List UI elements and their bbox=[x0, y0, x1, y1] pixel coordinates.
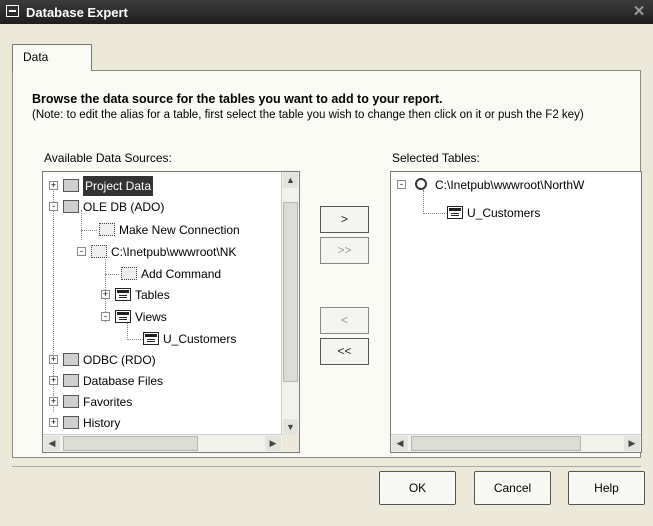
folder-icon bbox=[63, 179, 79, 192]
ok-button[interactable]: OK bbox=[379, 471, 456, 505]
folder-icon bbox=[63, 200, 79, 213]
scroll-thumb[interactable] bbox=[63, 436, 198, 451]
expand-icon[interactable]: + bbox=[101, 290, 110, 299]
scrollbar-corner bbox=[282, 435, 299, 452]
scroll-thumb[interactable] bbox=[283, 202, 298, 382]
collapse-icon[interactable]: - bbox=[77, 247, 86, 256]
expand-icon[interactable]: + bbox=[49, 397, 58, 406]
add-all-tables-button[interactable]: >> bbox=[320, 237, 369, 264]
window-menu-icon[interactable] bbox=[6, 5, 19, 17]
collapse-icon[interactable]: - bbox=[101, 312, 110, 321]
table-icon bbox=[115, 288, 131, 301]
tree-guide-line bbox=[81, 230, 97, 231]
scroll-down-icon[interactable]: ▼ bbox=[283, 419, 298, 435]
remove-table-button[interactable]: < bbox=[320, 307, 369, 334]
tree-item-make-new-connection[interactable]: Make New Connection bbox=[43, 220, 283, 240]
tree-item-connection-northwind[interactable]: - C:\Inetpub\wwwroot\NorthW bbox=[391, 175, 641, 195]
tree-item-label: Tables bbox=[135, 288, 170, 302]
folder-icon bbox=[63, 395, 79, 408]
intro-text: Browse the data source for the tables yo… bbox=[32, 92, 443, 106]
scroll-right-icon[interactable]: ▶ bbox=[624, 436, 640, 451]
add-table-button[interactable]: > bbox=[320, 206, 369, 233]
folder-icon bbox=[63, 353, 79, 366]
tree-item-odbc[interactable]: + ODBC (RDO) bbox=[43, 350, 283, 370]
expand-icon[interactable]: + bbox=[49, 376, 58, 385]
tree-item-label: Favorites bbox=[83, 395, 133, 409]
tree-item-label: C:\Inetpub\wwwroot\NK bbox=[111, 245, 237, 259]
tab-data[interactable]: Data bbox=[12, 44, 92, 71]
available-data-sources-tree[interactable]: + Project Data - OLE DB (ADO) Make New C… bbox=[42, 171, 300, 453]
tree-item-label: U_Customers bbox=[467, 206, 541, 220]
scroll-right-icon[interactable]: ▶ bbox=[265, 436, 281, 451]
tree-item-label: U_Customers bbox=[163, 332, 237, 346]
collapse-icon[interactable]: - bbox=[49, 202, 58, 211]
tree-item-label: Database Files bbox=[83, 374, 164, 388]
horizontal-scrollbar[interactable]: ◀ ▶ bbox=[43, 434, 282, 452]
tree-item-label: History bbox=[83, 416, 121, 430]
database-expert-dialog: Database Expert ✕ Data Browse the data s… bbox=[0, 0, 653, 526]
table-icon bbox=[115, 310, 131, 323]
connection-icon bbox=[91, 245, 107, 258]
expand-icon[interactable]: + bbox=[49, 355, 58, 364]
expand-icon[interactable]: + bbox=[49, 418, 58, 427]
tree-item-add-command[interactable]: Add Command bbox=[43, 264, 283, 284]
scroll-up-icon[interactable]: ▲ bbox=[283, 172, 298, 188]
table-icon bbox=[143, 332, 159, 345]
tree-item-label: Make New Connection bbox=[119, 223, 240, 237]
scroll-left-icon[interactable]: ◀ bbox=[44, 436, 60, 451]
available-data-sources-label: Available Data Sources: bbox=[44, 151, 172, 165]
tab-data-label: Data bbox=[23, 50, 49, 64]
remove-all-tables-button[interactable]: << bbox=[320, 338, 369, 365]
help-button[interactable]: Help bbox=[568, 471, 645, 505]
table-icon bbox=[447, 206, 463, 219]
tree-item-views[interactable]: - Views bbox=[43, 307, 283, 327]
tree-item-label: Project Data bbox=[83, 176, 154, 196]
tree-guide-line bbox=[105, 274, 119, 275]
tree-guide-line bbox=[127, 339, 141, 340]
tree-item-u-customers[interactable]: U_Customers bbox=[43, 329, 283, 349]
tree-item-label: Add Command bbox=[141, 267, 222, 281]
collapse-icon[interactable]: - bbox=[397, 180, 406, 189]
selected-tables-label: Selected Tables: bbox=[392, 151, 480, 165]
tree-item-connection-path[interactable]: - C:\Inetpub\wwwroot\NK bbox=[43, 242, 283, 262]
connection-icon bbox=[99, 223, 115, 236]
tree-item-history[interactable]: + History bbox=[43, 413, 283, 433]
tree-item-label: C:\Inetpub\wwwroot\NorthW bbox=[435, 178, 585, 192]
tree-item-project-data[interactable]: + Project Data bbox=[43, 176, 283, 196]
tree-guide-line bbox=[423, 213, 445, 214]
footer-separator bbox=[12, 466, 641, 467]
tree-item-label: Views bbox=[135, 310, 167, 324]
tree-item-database-files[interactable]: + Database Files bbox=[43, 371, 283, 391]
tree-item-label: OLE DB (ADO) bbox=[83, 200, 165, 214]
window-title: Database Expert bbox=[26, 5, 128, 20]
tree-item-favorites[interactable]: + Favorites bbox=[43, 392, 283, 412]
scroll-thumb[interactable] bbox=[411, 436, 581, 451]
tree-item-tables[interactable]: + Tables bbox=[43, 285, 283, 305]
alias-note: (Note: to edit the alias for a table, fi… bbox=[32, 109, 584, 121]
title-bar: Database Expert ✕ bbox=[0, 0, 653, 24]
close-icon[interactable]: ✕ bbox=[631, 4, 647, 20]
cancel-button[interactable]: Cancel bbox=[474, 471, 551, 505]
database-icon bbox=[415, 178, 427, 190]
tree-item-ole-db[interactable]: - OLE DB (ADO) bbox=[43, 197, 283, 217]
tree-item-u-customers-selected[interactable]: U_Customers bbox=[391, 203, 641, 223]
folder-icon bbox=[63, 416, 79, 429]
scroll-left-icon[interactable]: ◀ bbox=[392, 436, 408, 451]
command-icon bbox=[121, 267, 137, 280]
folder-icon bbox=[63, 374, 79, 387]
selected-tables-tree[interactable]: - C:\Inetpub\wwwroot\NorthW U_Customers … bbox=[390, 171, 642, 453]
vertical-scrollbar[interactable]: ▲ ▼ bbox=[281, 172, 299, 435]
expand-icon[interactable]: + bbox=[49, 181, 58, 190]
tree-item-label: ODBC (RDO) bbox=[83, 353, 156, 367]
horizontal-scrollbar[interactable]: ◀ ▶ bbox=[391, 434, 641, 452]
